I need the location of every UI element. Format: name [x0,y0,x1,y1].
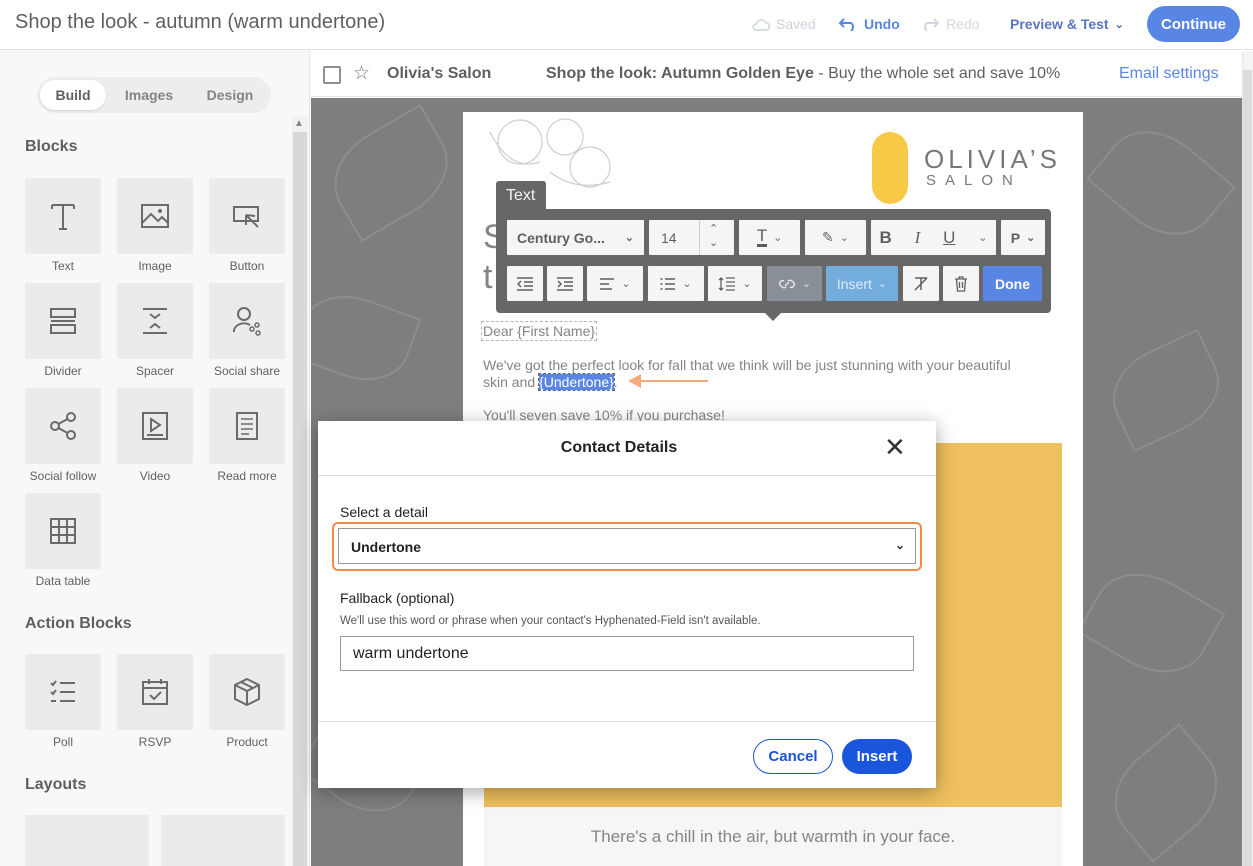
chevron-down-icon: ⌄ [894,538,905,552]
cancel-button[interactable]: Cancel [753,739,833,774]
divider [318,475,936,476]
fallback-input[interactable]: warm undertone [340,636,914,671]
divider [318,721,936,722]
detail-select-value: Undertone [351,539,421,555]
insert-button[interactable]: Insert [842,739,912,774]
dialog-title: Contact Details [560,439,678,456]
select-detail-label: Select a detail [340,504,428,520]
fallback-hint: We'll use this word or phrase when your … [340,615,761,627]
detail-select[interactable]: Undertone ⌄ [338,528,916,564]
fallback-label: Fallback (optional) [340,590,455,606]
close-icon[interactable]: ✕ [884,434,906,460]
contact-details-dialog: Contact Details ✕ Select a detail Undert… [318,421,936,788]
